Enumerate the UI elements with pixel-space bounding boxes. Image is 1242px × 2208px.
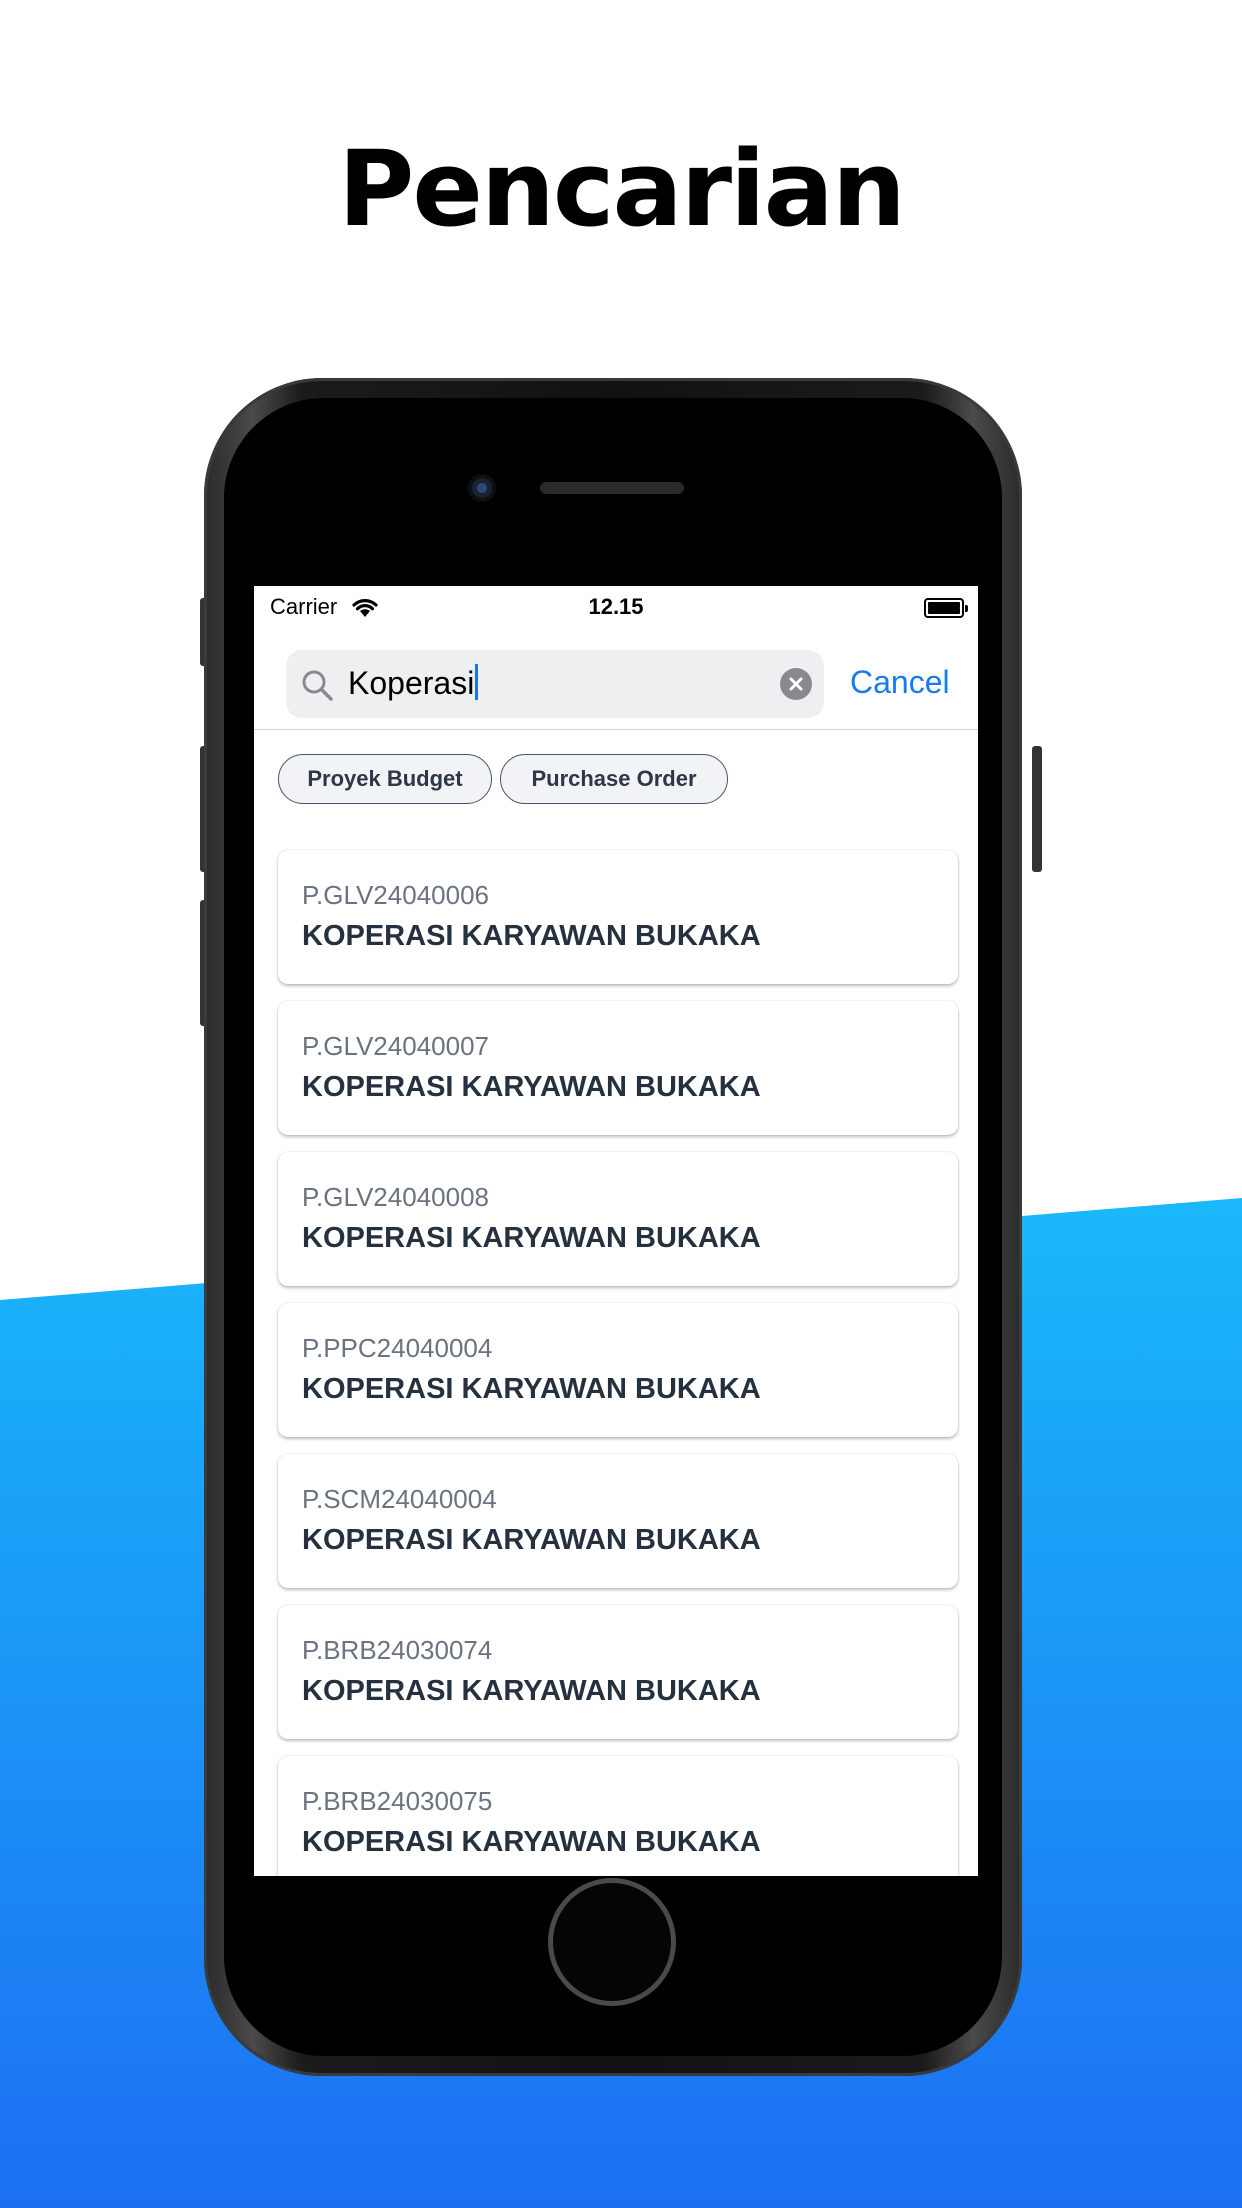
result-name: KOPERASI KARYAWAN BUKAKA: [302, 1373, 761, 1405]
filter-chip-proyek-budget[interactable]: Proyek Budget: [278, 754, 492, 804]
result-name: KOPERASI KARYAWAN BUKAKA: [302, 1524, 761, 1556]
clear-icon[interactable]: [780, 668, 812, 700]
result-code: P.GLV24040007: [302, 1031, 489, 1061]
home-button[interactable]: [548, 1878, 676, 2006]
app-screen: Carrier 12.15 Koperasi Cancel Proyek Bud…: [254, 586, 978, 1876]
result-code: P.PPC24040004: [302, 1333, 493, 1363]
result-name: KOPERASI KARYAWAN BUKAKA: [302, 920, 761, 952]
result-card[interactable]: P.PPC24040004 KOPERASI KARYAWAN BUKAKA: [278, 1303, 958, 1437]
search-bar: Koperasi Cancel: [254, 628, 978, 730]
result-name: KOPERASI KARYAWAN BUKAKA: [302, 1675, 761, 1707]
status-time: 12.15: [588, 594, 644, 619]
result-code: P.BRB24030074: [302, 1635, 493, 1665]
battery-icon: [924, 598, 968, 618]
result-card[interactable]: P.BRB24030074 KOPERASI KARYAWAN BUKAKA: [278, 1605, 958, 1739]
result-name: KOPERASI KARYAWAN BUKAKA: [302, 1222, 761, 1254]
clear-x-glyph: [789, 677, 803, 691]
result-card[interactable]: P.GLV24040008 KOPERASI KARYAWAN BUKAKA: [278, 1152, 958, 1286]
result-card[interactable]: P.GLV24040006 KOPERASI KARYAWAN BUKAKA: [278, 850, 958, 984]
result-card[interactable]: P.SCM24040004 KOPERASI KARYAWAN BUKAKA: [278, 1454, 958, 1588]
result-card[interactable]: P.BRB24030075 KOPERASI KARYAWAN BUKAKA: [278, 1756, 958, 1876]
earpiece-speaker: [540, 482, 684, 494]
front-camera: [468, 474, 496, 502]
cancel-button[interactable]: Cancel: [850, 664, 950, 701]
result-code: P.SCM24040004: [302, 1484, 497, 1514]
text-caret: [475, 664, 479, 700]
filter-chip-purchase-order[interactable]: Purchase Order: [500, 754, 728, 804]
search-icon: [302, 670, 333, 701]
result-code: P.GLV24040008: [302, 1182, 489, 1212]
result-code: P.GLV24040006: [302, 880, 489, 910]
result-name: KOPERASI KARYAWAN BUKAKA: [302, 1826, 761, 1858]
result-code: P.BRB24030075: [302, 1786, 493, 1816]
page-headline: Pencarian: [338, 128, 906, 250]
status-bar: Carrier 12.15: [254, 586, 978, 628]
search-input-value: Koperasi: [348, 664, 479, 702]
result-name: KOPERASI KARYAWAN BUKAKA: [302, 1071, 761, 1103]
result-card[interactable]: P.GLV24040007 KOPERASI KARYAWAN BUKAKA: [278, 1001, 958, 1135]
search-input[interactable]: Koperasi: [286, 650, 824, 718]
phone-power-button: [1032, 746, 1042, 872]
